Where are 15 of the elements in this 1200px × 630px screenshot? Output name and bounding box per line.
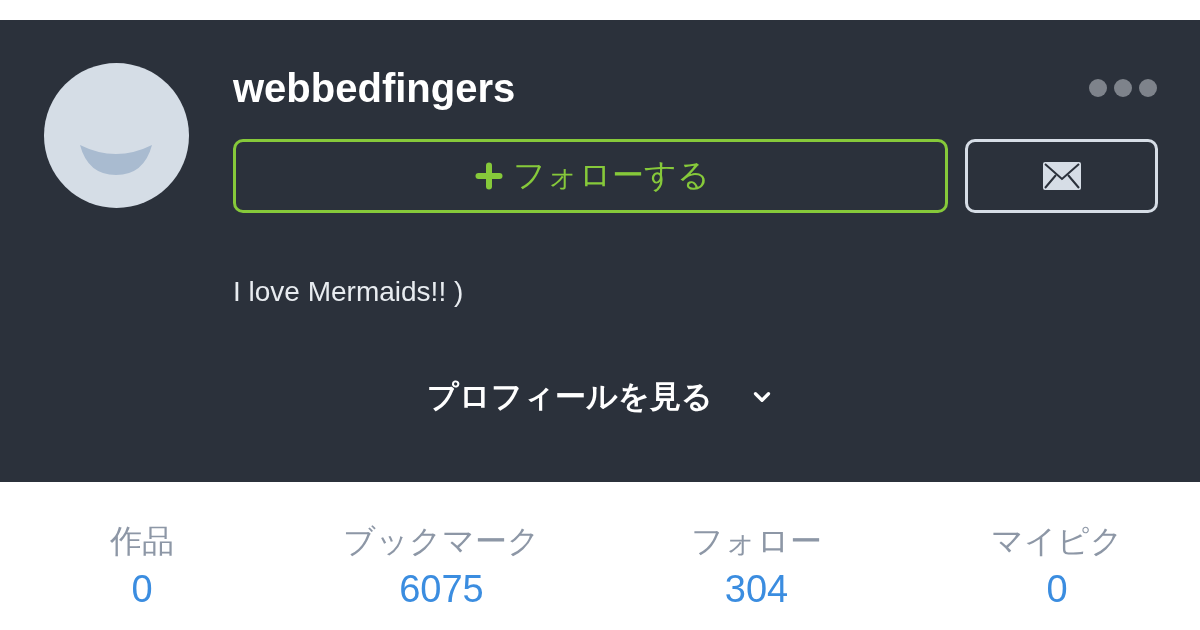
bio: I love Mermaids!! )	[233, 276, 464, 308]
stat-label: 作品	[110, 521, 174, 562]
stat-label: ブックマーク	[343, 521, 540, 562]
stat-value[interactable]: 6075	[399, 568, 484, 611]
stat-label: フォロー	[691, 521, 822, 562]
more-icon[interactable]	[1088, 78, 1158, 98]
stat-value[interactable]: 0	[1046, 568, 1068, 611]
follow-button[interactable]: フォローする	[233, 139, 948, 213]
username: webbedfingers	[233, 65, 516, 111]
envelope-icon	[1042, 162, 1081, 190]
stat-value[interactable]: 304	[724, 568, 789, 611]
stat-value[interactable]: 0	[131, 568, 153, 611]
message-button[interactable]	[965, 139, 1158, 213]
view-profile-button[interactable]: プロフィールを見る	[427, 376, 775, 418]
stat-label: マイピク	[991, 521, 1123, 562]
